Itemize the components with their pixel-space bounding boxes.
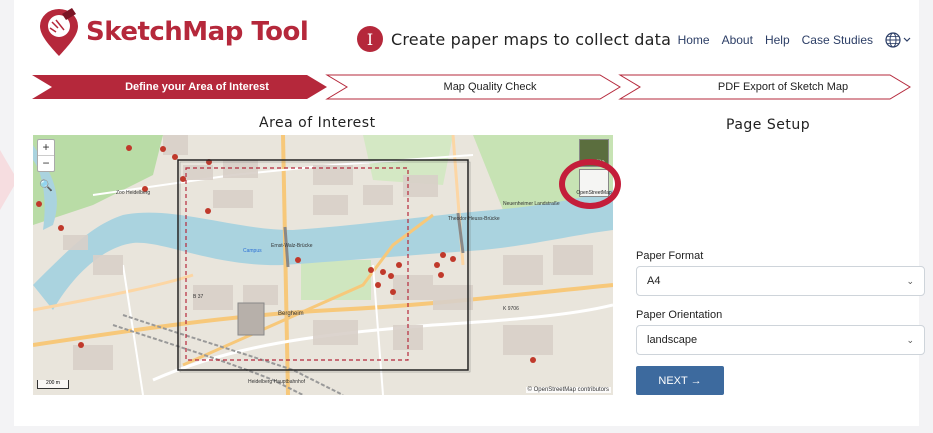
- paper-format-label: Paper Format: [636, 250, 704, 262]
- page-container: SketchMap Tool I Create paper maps to co…: [14, 0, 925, 426]
- map-label-neuenheim: Neuenheimer Landstraße: [503, 201, 560, 207]
- map-view[interactable]: Zoo Heidelberg Ernst-Walz-Brücke Berghei…: [33, 135, 613, 395]
- nav-case-studies[interactable]: Case Studies: [802, 33, 873, 47]
- paper-orientation-select[interactable]: landscape ⌄: [636, 325, 925, 355]
- map-label-k9706: K 9706: [503, 306, 519, 312]
- sketchmap-logo-icon[interactable]: [36, 8, 82, 58]
- map-label-campus: Campus: [243, 248, 262, 254]
- step-2-label[interactable]: Map Quality Check: [390, 81, 590, 93]
- paper-orientation-label: Paper Orientation: [636, 309, 723, 321]
- map-label-station: Heidelberg Hauptbahnhof: [248, 379, 306, 385]
- nav-home[interactable]: Home: [678, 33, 710, 47]
- language-selector[interactable]: [885, 32, 911, 48]
- map-scale: 200 m: [37, 380, 69, 389]
- zoom-control: + −: [37, 139, 55, 172]
- tagline-text: Create paper maps to collect data: [391, 29, 672, 49]
- next-button[interactable]: NEXT →: [636, 366, 724, 395]
- background-decoration: [0, 150, 14, 210]
- chevron-down-icon: ⌄: [906, 275, 914, 286]
- step-number-badge: I: [357, 26, 383, 52]
- paper-orientation-value: landscape: [647, 334, 698, 346]
- tagline: I Create paper maps to collect data: [357, 26, 671, 52]
- paper-format-select[interactable]: A4 ⌄: [636, 266, 925, 296]
- map-label-bergheim: Bergheim: [278, 311, 304, 317]
- map-attribution[interactable]: © OpenStreetMap contributors: [525, 387, 611, 393]
- highlight-circle: [559, 159, 621, 209]
- search-icon[interactable]: 🔍: [39, 179, 53, 192]
- page-setup-heading: Page Setup: [726, 117, 811, 133]
- paper-format-value: A4: [647, 275, 661, 287]
- map-label-bridge: Ernst-Walz-Brücke: [271, 243, 313, 249]
- zoom-in-button[interactable]: +: [38, 140, 54, 156]
- nav-help[interactable]: Help: [765, 33, 790, 47]
- map-label-zoo: Zoo Heidelberg: [116, 190, 150, 196]
- area-of-interest-heading: Area of Interest: [259, 115, 376, 131]
- map-label-b37: B 37: [193, 294, 204, 300]
- chevron-down-icon: [903, 37, 911, 42]
- globe-icon: [885, 32, 901, 48]
- map-canvas[interactable]: Zoo Heidelberg Ernst-Walz-Brücke Berghei…: [33, 135, 613, 395]
- progress-stepper: Define your Area of Interest Map Quality…: [32, 74, 912, 100]
- brand-title[interactable]: SketchMap Tool: [86, 17, 309, 47]
- map-label-theodor: Theodor-Heuss-Brücke: [448, 216, 500, 222]
- zoom-out-button[interactable]: −: [38, 156, 54, 171]
- step-1-label[interactable]: Define your Area of Interest: [97, 81, 297, 93]
- step-3-label[interactable]: PDF Export of Sketch Map: [683, 81, 883, 93]
- nav-about[interactable]: About: [722, 33, 753, 47]
- chevron-down-icon: ⌄: [906, 334, 914, 345]
- top-nav: Home About Help Case Studies: [678, 32, 911, 48]
